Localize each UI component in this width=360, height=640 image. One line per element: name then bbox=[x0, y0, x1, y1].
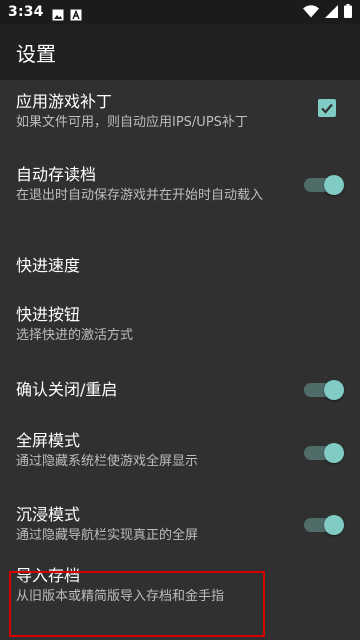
setting-summary: 在退出时自动保存游戏并在开始时自动载入 bbox=[16, 188, 264, 203]
highlight-box bbox=[9, 571, 265, 637]
setting-fast-forward-button[interactable]: 快进按钮 选择快进的激活方式 bbox=[0, 291, 360, 364]
status-time: 3:34 bbox=[8, 4, 44, 20]
setting-fast-forward-speed[interactable]: 快进速度 bbox=[0, 239, 360, 291]
setting-summary: 选择快进的激活方式 bbox=[16, 328, 134, 343]
fullscreen-switch[interactable] bbox=[304, 443, 344, 463]
setting-fullscreen[interactable]: 全屏模式 通过隐藏系统栏使游戏全屏显示 bbox=[0, 416, 360, 489]
auto-save-switch[interactable] bbox=[304, 175, 344, 195]
signal-icon bbox=[325, 3, 338, 22]
setting-immersive[interactable]: 沉浸模式 通过隐藏导航栏实现真正的全屏 bbox=[0, 489, 360, 553]
setting-summary: 通过隐藏导航栏实现真正的全屏 bbox=[16, 528, 199, 543]
image-icon bbox=[52, 6, 64, 21]
settings-list: 应用游戏补丁 如果文件可用，则自动应用IPS/UPS补丁 自动存读档 在退出时自… bbox=[0, 80, 360, 623]
setting-title: 快进速度 bbox=[16, 256, 81, 275]
setting-summary: 通过隐藏系统栏使游戏全屏显示 bbox=[16, 454, 199, 469]
immersive-switch[interactable] bbox=[304, 515, 344, 535]
status-right-icons bbox=[303, 3, 352, 22]
apply-patch-checkbox[interactable] bbox=[318, 99, 336, 117]
setting-apply-patch[interactable]: 应用游戏补丁 如果文件可用，则自动应用IPS/UPS补丁 bbox=[0, 80, 360, 152]
status-bar: 3:34 bbox=[0, 0, 360, 24]
setting-title: 应用游戏补丁 bbox=[16, 92, 113, 111]
check-icon bbox=[321, 103, 333, 114]
setting-title: 快进按钮 bbox=[16, 305, 81, 324]
setting-confirm-exit[interactable]: 确认关闭/重启 bbox=[0, 364, 360, 416]
confirm-exit-switch[interactable] bbox=[304, 380, 344, 400]
checkbox-checked[interactable] bbox=[318, 99, 336, 117]
a-badge-icon bbox=[70, 6, 82, 21]
battery-icon bbox=[344, 3, 352, 22]
wifi-icon bbox=[303, 3, 319, 22]
setting-auto-save[interactable]: 自动存读档 在退出时自动保存游戏并在开始时自动载入 bbox=[0, 152, 360, 239]
setting-summary: 如果文件可用，则自动应用IPS/UPS补丁 bbox=[16, 115, 248, 130]
page-title: 设置 bbox=[16, 41, 56, 66]
app-bar: 设置 bbox=[0, 24, 360, 80]
